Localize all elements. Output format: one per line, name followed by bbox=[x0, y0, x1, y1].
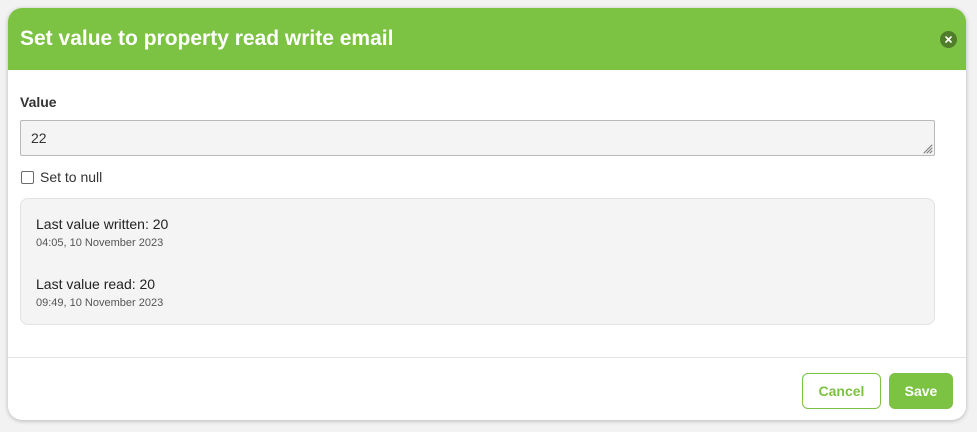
value-label: Value bbox=[20, 94, 57, 110]
last-written-timestamp: 04:05, 10 November 2023 bbox=[36, 237, 164, 249]
set-to-null-label: Set to null bbox=[40, 169, 103, 185]
last-read-value: Last value read: 20 bbox=[36, 276, 156, 292]
cancel-button[interactable]: Cancel bbox=[802, 373, 881, 409]
value-history-panel: Last value written: 20 04:05, 10 Novembe… bbox=[20, 198, 935, 325]
dialog-title: Set value to property read write email bbox=[20, 27, 394, 50]
set-value-dialog: Set value to property read write email V… bbox=[8, 8, 966, 420]
dialog-header: Set value to property read write email bbox=[8, 8, 966, 70]
last-written-value: Last value written: 20 bbox=[36, 216, 169, 232]
resize-grip-icon[interactable] bbox=[921, 142, 933, 154]
value-input[interactable]: 22 bbox=[20, 120, 935, 156]
set-to-null-checkbox[interactable] bbox=[21, 170, 34, 184]
dialog-footer: Cancel Save bbox=[8, 358, 966, 409]
value-field-wrapper: 22 bbox=[20, 120, 935, 156]
set-to-null-option[interactable]: Set to null bbox=[20, 169, 935, 185]
save-button[interactable]: Save bbox=[889, 373, 953, 409]
last-read-timestamp: 09:49, 10 November 2023 bbox=[36, 297, 164, 309]
close-icon bbox=[945, 35, 952, 43]
dialog-body: Value 22 Set to null Last value written:… bbox=[8, 70, 966, 357]
close-button[interactable] bbox=[940, 30, 957, 48]
